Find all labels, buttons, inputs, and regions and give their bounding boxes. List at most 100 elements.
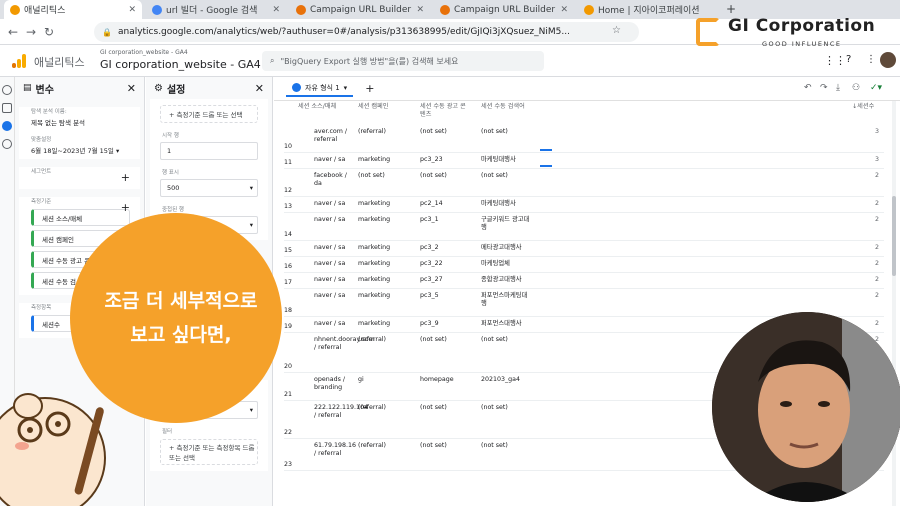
app-name: 애널리틱스 (34, 56, 85, 69)
analytics-icon (10, 4, 20, 15)
cell-sessions: 2 (874, 244, 879, 251)
cell-campaign: marketing (358, 200, 391, 207)
settings-icon: ⚙ (154, 82, 163, 94)
variables-title: 변수 (35, 84, 54, 96)
property-selector[interactable]: GI corporation_website - GA4 (100, 58, 261, 71)
cell-source-medium: 222.122.119.104 / referral (314, 404, 369, 419)
download-icon[interactable]: ⤓ (836, 83, 840, 93)
table-row[interactable]: 13 naver / sa marketing pc2_14 마케팅대행사 2 (284, 197, 884, 213)
explore-icon[interactable] (2, 121, 12, 131)
row-number: 18 (284, 307, 293, 314)
column-header[interactable]: 세션 소스/매체 (298, 103, 348, 111)
close-icon[interactable]: ✕ (255, 82, 264, 95)
add-dimension-icon[interactable]: + (121, 201, 130, 214)
close-icon[interactable]: ✕ (416, 5, 424, 15)
search-input[interactable]: ⌕ "BigQuery Export 실행 방법"을(를) 검색해 보세요 (262, 51, 544, 71)
share-icon[interactable]: ⚇ (852, 83, 860, 93)
column-header[interactable]: ↓세션수 (852, 103, 884, 111)
browser-tab[interactable]: url 빌더 - Google 검색 ✕ (146, 0, 286, 19)
cell-campaign: marketing (358, 244, 391, 251)
cell-search-term: (not set) (481, 404, 508, 411)
cell-search-term: 202103_ga4 (481, 376, 521, 383)
date-range-selector[interactable]: 6월 18일~2023년 7월 15일 ▾ (19, 145, 140, 155)
advertising-icon[interactable] (2, 139, 12, 149)
cell-search-term: (not set) (481, 172, 508, 179)
table-row[interactable]: 10 aver.com / referral (referral) (not set)… (284, 125, 884, 153)
row-number: 13 (284, 203, 293, 210)
row-number: 22 (284, 429, 293, 436)
table-row[interactable]: 15 naver / sa marketing pc3_2 메타광고대행사 2 (284, 241, 884, 257)
redo-icon[interactable]: ↷ (820, 83, 828, 93)
presenter-webcam (712, 312, 900, 502)
cell-search-term: (not set) (481, 442, 508, 449)
reports-icon[interactable] (2, 103, 12, 113)
table-row[interactable]: 14 naver / sa marketing pc3_1 구글키워드 광고대행 2 (284, 213, 884, 241)
cell-campaign: (referral) (358, 404, 387, 411)
add-filter-dropzone[interactable]: + 측정기준 또는 측정항목 드롭 또는 선택 (160, 439, 258, 465)
reload-icon[interactable]: ↻ (40, 25, 58, 39)
table-row[interactable]: 17 naver / sa marketing pc3_27 종합광고대행사 2 (284, 273, 884, 289)
cell-source-medium: naver / sa (314, 292, 346, 299)
close-icon[interactable]: ✕ (127, 82, 136, 95)
row-number: 14 (284, 231, 293, 238)
browser-tab[interactable]: Campaign URL Builder ✕ (290, 0, 430, 19)
cell-sessions: 2 (874, 216, 879, 223)
row-number: 15 (284, 247, 293, 254)
table-row[interactable]: 11 naver / sa marketing pc3_23 마케팅대행사 3 (284, 153, 884, 169)
table-row[interactable]: 16 naver / sa marketing pc3_22 마케팅업체 2 (284, 257, 884, 273)
column-header[interactable]: 세션 수동 검색어 (481, 103, 531, 111)
date-label: 맞춤설정 (31, 137, 52, 143)
dimension-chip[interactable]: 세션 소스/매체 (31, 209, 130, 226)
url-text: analytics.google.com/analytics/web/?auth… (117, 27, 570, 37)
brand-name: GI Corporation (728, 16, 876, 36)
undo-icon[interactable]: ↶ (804, 83, 812, 93)
cell-source-medium: naver / sa (314, 320, 346, 327)
exploration-name-label: 탐색 분석 이름: (31, 109, 67, 115)
add-tab-icon[interactable]: + (365, 82, 374, 95)
back-icon[interactable]: ← (4, 25, 22, 39)
row-number: 20 (284, 363, 293, 370)
column-header[interactable]: 세션 수동 광고 콘텐츠 (420, 103, 470, 119)
cell-search-term: 종합광고대행사 (481, 276, 522, 283)
row-number: 23 (284, 461, 293, 468)
close-icon[interactable]: ✕ (128, 5, 136, 15)
more-icon[interactable]: ⋮ (866, 54, 876, 65)
add-dimension-dropzone[interactable]: + 측정기준 드롭 또는 선택 (160, 105, 258, 123)
help-icon[interactable]: ? (846, 54, 851, 65)
apps-icon[interactable]: ⋮⋮ (824, 54, 846, 67)
cell-search-term: 마케팅업체 (481, 260, 510, 267)
bear-mascot (0, 393, 106, 506)
forward-icon[interactable]: → (22, 25, 40, 39)
url-field[interactable]: 🔒 analytics.google.com/analytics/web/?au… (94, 22, 639, 42)
bookmark-icon[interactable]: ☆ (612, 25, 621, 36)
cell-search-term: 마케팅대행사 (481, 156, 516, 163)
date-range: 6월 18일~2023년 7월 15일 (31, 147, 114, 155)
cell-campaign: marketing (358, 320, 391, 327)
scroll-thumb[interactable] (892, 196, 896, 276)
show-rows-select[interactable]: 500 ▾ (160, 179, 258, 197)
close-icon[interactable]: ✕ (560, 5, 568, 15)
report-toolbar: 자유 형식 1 ▾ + ↶ ↷ ⤓ ⚇ ✓▾ (274, 77, 900, 101)
start-row-input[interactable]: 1 (160, 142, 258, 160)
add-segment-icon[interactable]: + (121, 171, 130, 184)
table-row[interactable]: 12 facebook / da (not set) (not set) (not se… (284, 169, 884, 197)
tab-freeform[interactable]: 자유 형식 1 ▾ (286, 81, 354, 97)
cell-sessions: 2 (874, 200, 879, 207)
avatar[interactable] (880, 52, 896, 68)
home-icon[interactable] (2, 85, 12, 95)
close-icon[interactable]: ✕ (272, 5, 280, 15)
nested-rows-label: 중첩된 행 (162, 207, 184, 213)
browser-tab[interactable]: Campaign URL Builder ✕ (434, 0, 574, 19)
cell-source-medium: naver / sa (314, 200, 346, 207)
cell-source-medium: openads / branding (314, 376, 345, 391)
exploration-name[interactable]: 제목 없는 탐색 분석 (19, 117, 140, 127)
cell-ad-content: pc3_5 (420, 292, 439, 299)
cell-ad-content: pc3_23 (420, 156, 443, 163)
campaign-builder-icon (440, 4, 450, 15)
status-check-icon[interactable]: ✓▾ (870, 83, 882, 93)
cell-search-term: (not set) (481, 128, 508, 135)
browser-tab[interactable]: 애널리틱스 ✕ (4, 0, 142, 19)
tab-label: url 빌더 - Google 검색 (166, 6, 258, 16)
column-header[interactable]: 세션 캠페인 (358, 103, 408, 111)
row-number: 21 (284, 391, 293, 398)
